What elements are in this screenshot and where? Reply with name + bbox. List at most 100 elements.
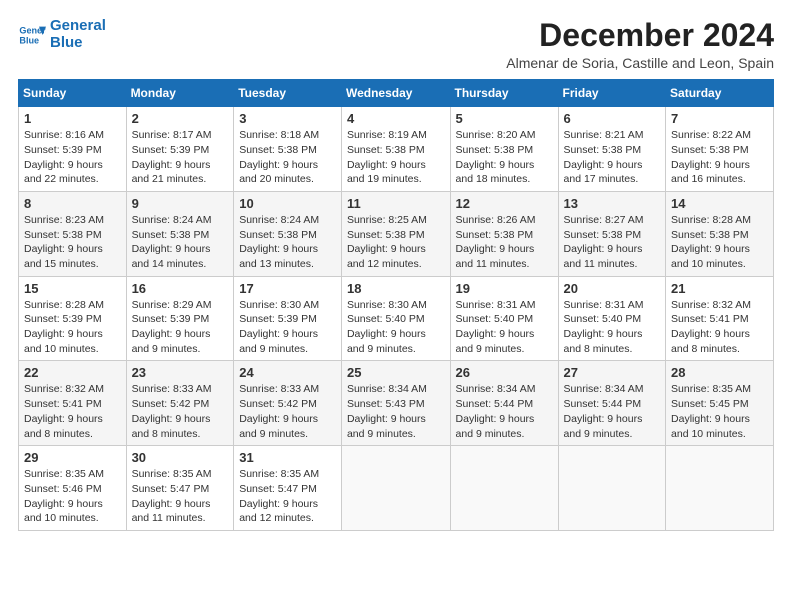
day-number: 14 — [671, 196, 769, 211]
day-info: Sunrise: 8:27 AMSunset: 5:38 PMDaylight:… — [564, 214, 644, 270]
table-row: 10Sunrise: 8:24 AMSunset: 5:38 PMDayligh… — [234, 191, 342, 276]
day-info: Sunrise: 8:25 AMSunset: 5:38 PMDaylight:… — [347, 214, 427, 270]
table-row: 14 Sunrise: 8:28 AMSunset: 5:38 PMDayligh… — [666, 191, 774, 276]
day-info: Sunrise: 8:34 AMSunset: 5:44 PMDaylight:… — [564, 383, 644, 439]
col-thursday: Thursday — [450, 80, 558, 107]
page: General Blue General Blue December 2024 … — [0, 0, 792, 612]
logo-text: General Blue — [50, 18, 106, 51]
table-row: 31 Sunrise: 8:35 AMSunset: 5:47 PMDayligh… — [234, 446, 342, 531]
day-number: 7 — [671, 111, 769, 126]
table-row — [558, 446, 666, 531]
day-number: 17 — [239, 281, 337, 296]
col-friday: Friday — [558, 80, 666, 107]
day-info: Sunrise: 8:18 AMSunset: 5:38 PMDaylight:… — [239, 129, 319, 185]
table-row: 3 Sunrise: 8:18 AMSunset: 5:38 PMDaylight… — [234, 107, 342, 192]
week-row-1: 1Sunrise: 8:16 AMSunset: 5:39 PMDaylight… — [19, 107, 774, 192]
day-info: Sunrise: 8:35 AMSunset: 5:45 PMDaylight:… — [671, 383, 751, 439]
table-row: 15Sunrise: 8:28 AMSunset: 5:39 PMDayligh… — [19, 276, 127, 361]
day-number: 12 — [456, 196, 554, 211]
day-number: 22 — [24, 365, 122, 380]
day-number: 25 — [347, 365, 446, 380]
week-row-4: 22 Sunrise: 8:32 AMSunset: 5:41 PMDayligh… — [19, 361, 774, 446]
table-row: 5 Sunrise: 8:20 AMSunset: 5:38 PMDaylight… — [450, 107, 558, 192]
table-row: 11 Sunrise: 8:25 AMSunset: 5:38 PMDayligh… — [341, 191, 450, 276]
table-row: 21Sunrise: 8:32 AMSunset: 5:41 PMDayligh… — [666, 276, 774, 361]
day-number: 26 — [456, 365, 554, 380]
day-info: Sunrise: 8:21 AMSunset: 5:38 PMDaylight:… — [564, 129, 644, 185]
day-info: Sunrise: 8:32 AMSunset: 5:41 PMDaylight:… — [671, 299, 751, 355]
table-row: 17 Sunrise: 8:30 AMSunset: 5:39 PMDayligh… — [234, 276, 342, 361]
day-info: Sunrise: 8:33 AMSunset: 5:42 PMDaylight:… — [132, 383, 212, 439]
day-info: Sunrise: 8:16 AMSunset: 5:39 PMDaylight:… — [24, 129, 104, 185]
day-info: Sunrise: 8:33 AMSunset: 5:42 PMDaylight:… — [239, 383, 319, 439]
day-info: Sunrise: 8:35 AMSunset: 5:47 PMDaylight:… — [239, 468, 319, 524]
svg-text:Blue: Blue — [19, 35, 39, 45]
logo-line2: Blue — [50, 34, 83, 51]
day-info: Sunrise: 8:34 AMSunset: 5:43 PMDaylight:… — [347, 383, 427, 439]
col-sunday: Sunday — [19, 80, 127, 107]
day-info: Sunrise: 8:31 AMSunset: 5:40 PMDaylight:… — [564, 299, 644, 355]
day-number: 3 — [239, 111, 337, 126]
table-row: 12Sunrise: 8:26 AMSunset: 5:38 PMDayligh… — [450, 191, 558, 276]
week-row-3: 15Sunrise: 8:28 AMSunset: 5:39 PMDayligh… — [19, 276, 774, 361]
day-info: Sunrise: 8:31 AMSunset: 5:40 PMDaylight:… — [456, 299, 536, 355]
header: General Blue General Blue December 2024 … — [18, 18, 774, 71]
day-number: 10 — [239, 196, 337, 211]
main-title: December 2024 — [506, 18, 774, 53]
col-saturday: Saturday — [666, 80, 774, 107]
day-info: Sunrise: 8:35 AMSunset: 5:46 PMDaylight:… — [24, 468, 104, 524]
day-number: 6 — [564, 111, 662, 126]
day-info: Sunrise: 8:20 AMSunset: 5:38 PMDaylight:… — [456, 129, 536, 185]
day-info: Sunrise: 8:24 AMSunset: 5:38 PMDaylight:… — [132, 214, 212, 270]
table-row: 1Sunrise: 8:16 AMSunset: 5:39 PMDaylight… — [19, 107, 127, 192]
day-info: Sunrise: 8:29 AMSunset: 5:39 PMDaylight:… — [132, 299, 212, 355]
table-row: 25 Sunrise: 8:34 AMSunset: 5:43 PMDayligh… — [341, 361, 450, 446]
table-row: 4 Sunrise: 8:19 AMSunset: 5:38 PMDaylight… — [341, 107, 450, 192]
table-row: 2Sunrise: 8:17 AMSunset: 5:39 PMDaylight… — [126, 107, 234, 192]
day-number: 23 — [132, 365, 230, 380]
day-info: Sunrise: 8:28 AMSunset: 5:38 PMDaylight:… — [671, 214, 751, 270]
table-row: 20Sunrise: 8:31 AMSunset: 5:40 PMDayligh… — [558, 276, 666, 361]
calendar-header-row: Sunday Monday Tuesday Wednesday Thursday… — [19, 80, 774, 107]
table-row: 27 Sunrise: 8:34 AMSunset: 5:44 PMDayligh… — [558, 361, 666, 446]
table-row: 28 Sunrise: 8:35 AMSunset: 5:45 PMDayligh… — [666, 361, 774, 446]
table-row: 9Sunrise: 8:24 AMSunset: 5:38 PMDaylight… — [126, 191, 234, 276]
table-row: 26 Sunrise: 8:34 AMSunset: 5:44 PMDayligh… — [450, 361, 558, 446]
day-number: 31 — [239, 450, 337, 465]
day-info: Sunrise: 8:30 AMSunset: 5:40 PMDaylight:… — [347, 299, 427, 355]
day-number: 11 — [347, 196, 446, 211]
table-row — [341, 446, 450, 531]
day-number: 24 — [239, 365, 337, 380]
day-info: Sunrise: 8:30 AMSunset: 5:39 PMDaylight:… — [239, 299, 319, 355]
day-number: 2 — [132, 111, 230, 126]
col-monday: Monday — [126, 80, 234, 107]
day-number: 8 — [24, 196, 122, 211]
table-row: 16 Sunrise: 8:29 AMSunset: 5:39 PMDayligh… — [126, 276, 234, 361]
day-number: 27 — [564, 365, 662, 380]
table-row: 30Sunrise: 8:35 AMSunset: 5:47 PMDayligh… — [126, 446, 234, 531]
logo: General Blue General Blue — [18, 18, 106, 51]
title-block: December 2024 Almenar de Soria, Castille… — [506, 18, 774, 71]
col-tuesday: Tuesday — [234, 80, 342, 107]
logo-icon: General Blue — [18, 21, 46, 49]
day-info: Sunrise: 8:34 AMSunset: 5:44 PMDaylight:… — [456, 383, 536, 439]
day-info: Sunrise: 8:19 AMSunset: 5:38 PMDaylight:… — [347, 129, 427, 185]
table-row: 18 Sunrise: 8:30 AMSunset: 5:40 PMDayligh… — [341, 276, 450, 361]
day-number: 5 — [456, 111, 554, 126]
table-row: 23 Sunrise: 8:33 AMSunset: 5:42 PMDayligh… — [126, 361, 234, 446]
day-info: Sunrise: 8:23 AMSunset: 5:38 PMDaylight:… — [24, 214, 104, 270]
day-number: 28 — [671, 365, 769, 380]
day-number: 4 — [347, 111, 446, 126]
day-info: Sunrise: 8:32 AMSunset: 5:41 PMDaylight:… — [24, 383, 104, 439]
day-number: 30 — [132, 450, 230, 465]
day-number: 13 — [564, 196, 662, 211]
week-row-2: 8 Sunrise: 8:23 AMSunset: 5:38 PMDaylight… — [19, 191, 774, 276]
week-row-5: 29Sunrise: 8:35 AMSunset: 5:46 PMDayligh… — [19, 446, 774, 531]
table-row — [666, 446, 774, 531]
table-row: 29Sunrise: 8:35 AMSunset: 5:46 PMDayligh… — [19, 446, 127, 531]
table-row: 6 Sunrise: 8:21 AMSunset: 5:38 PMDaylight… — [558, 107, 666, 192]
day-number: 15 — [24, 281, 122, 296]
day-number: 18 — [347, 281, 446, 296]
day-number: 16 — [132, 281, 230, 296]
col-wednesday: Wednesday — [341, 80, 450, 107]
